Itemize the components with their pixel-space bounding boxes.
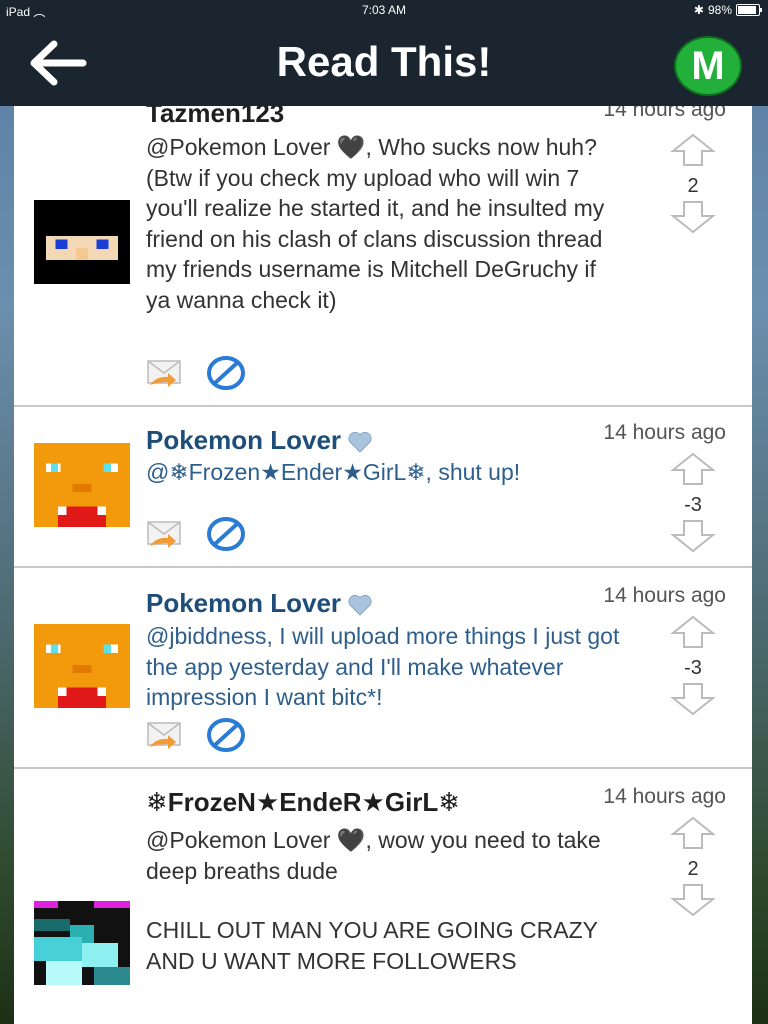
comment-author[interactable]: Pokemon Lover [146, 425, 373, 456]
navigation-bar: Read This! M [0, 20, 768, 106]
block-icon[interactable] [206, 517, 246, 551]
comment-time: 14 hours ago [603, 421, 726, 444]
clock: 7:03 AM [361, 3, 407, 17]
avatar[interactable] [34, 900, 130, 986]
avatar[interactable] [34, 442, 130, 528]
battery-icon [736, 4, 762, 16]
mail-reply-icon[interactable] [146, 358, 184, 388]
comment-item: ❄FrozeN★EndeR★GirL❄ 14 hours ago @Pokemo… [14, 769, 752, 1024]
comment-item: Pokemon Lover 14 hours ago @❄Frozen★Ende… [14, 405, 752, 568]
comment-time: 14 hours ago [603, 584, 726, 607]
comment-text: @Pokemon Lover 🖤, wow you need to take d… [146, 827, 601, 884]
arrow-down-icon[interactable] [670, 518, 716, 554]
vote-widget: -3 [668, 614, 718, 722]
mail-reply-icon[interactable] [146, 519, 184, 549]
status-bar: iPad ︵ 7:03 AM ✱ 98% [0, 0, 768, 20]
comment-time: 14 hours ago [603, 106, 726, 121]
arrow-up-icon[interactable] [670, 132, 716, 168]
menu-badge-button[interactable]: M [674, 36, 742, 96]
comment-text: @❄Frozen★Ender★GirL❄, shut up! [146, 459, 521, 485]
battery-indicator: ✱ 98% [693, 3, 762, 17]
comment-actions [146, 718, 246, 752]
heart-icon [348, 595, 372, 616]
vote-count: -3 [684, 494, 702, 516]
block-icon[interactable] [206, 356, 246, 390]
comment-author[interactable]: Tazmen123 [146, 106, 284, 129]
vote-count: -3 [684, 657, 702, 679]
vote-count: 2 [687, 858, 699, 880]
vote-count: 2 [687, 175, 699, 197]
arrow-down-icon[interactable] [670, 882, 716, 918]
comment-item: Pokemon Lover 14 hours ago @jbiddness, I… [14, 568, 752, 769]
arrow-up-icon[interactable] [670, 815, 716, 851]
comment-author[interactable]: ❄FrozeN★EndeR★GirL❄ [146, 787, 460, 818]
block-icon[interactable] [206, 718, 246, 752]
heart-icon [348, 432, 372, 453]
arrow-down-icon[interactable] [670, 681, 716, 717]
comment-actions [146, 517, 246, 551]
comment-text: @Pokemon Lover 🖤, Who sucks now huh? (Bt… [146, 134, 605, 313]
comments-list: Tazmen123 14 hours ago @Pokemon Lover 🖤,… [14, 106, 752, 1024]
vote-widget: -3 [668, 451, 718, 559]
arrow-up-icon[interactable] [670, 614, 716, 650]
vote-widget: 2 [668, 815, 718, 923]
comment-actions [146, 356, 246, 390]
comment-text-paragraph: CHILL OUT MAN YOU ARE GOING CRAZY AND U … [146, 917, 598, 974]
battery-percent: 98% [707, 3, 732, 17]
arrow-down-icon[interactable] [670, 199, 716, 235]
avatar[interactable] [34, 199, 130, 285]
comment-text: @jbiddness, I will upload more things I … [146, 623, 620, 710]
comment-time: 14 hours ago [603, 785, 726, 808]
bluetooth-icon: ✱ [693, 3, 704, 17]
avatar[interactable] [34, 623, 130, 709]
mail-reply-icon[interactable] [146, 720, 184, 750]
comment-author[interactable]: Pokemon Lover [146, 588, 373, 619]
vote-widget: 2 [668, 132, 718, 240]
arrow-up-icon[interactable] [670, 451, 716, 487]
page-title: Read This! [276, 38, 492, 85]
comment-item: Tazmen123 14 hours ago @Pokemon Lover 🖤,… [14, 106, 752, 407]
